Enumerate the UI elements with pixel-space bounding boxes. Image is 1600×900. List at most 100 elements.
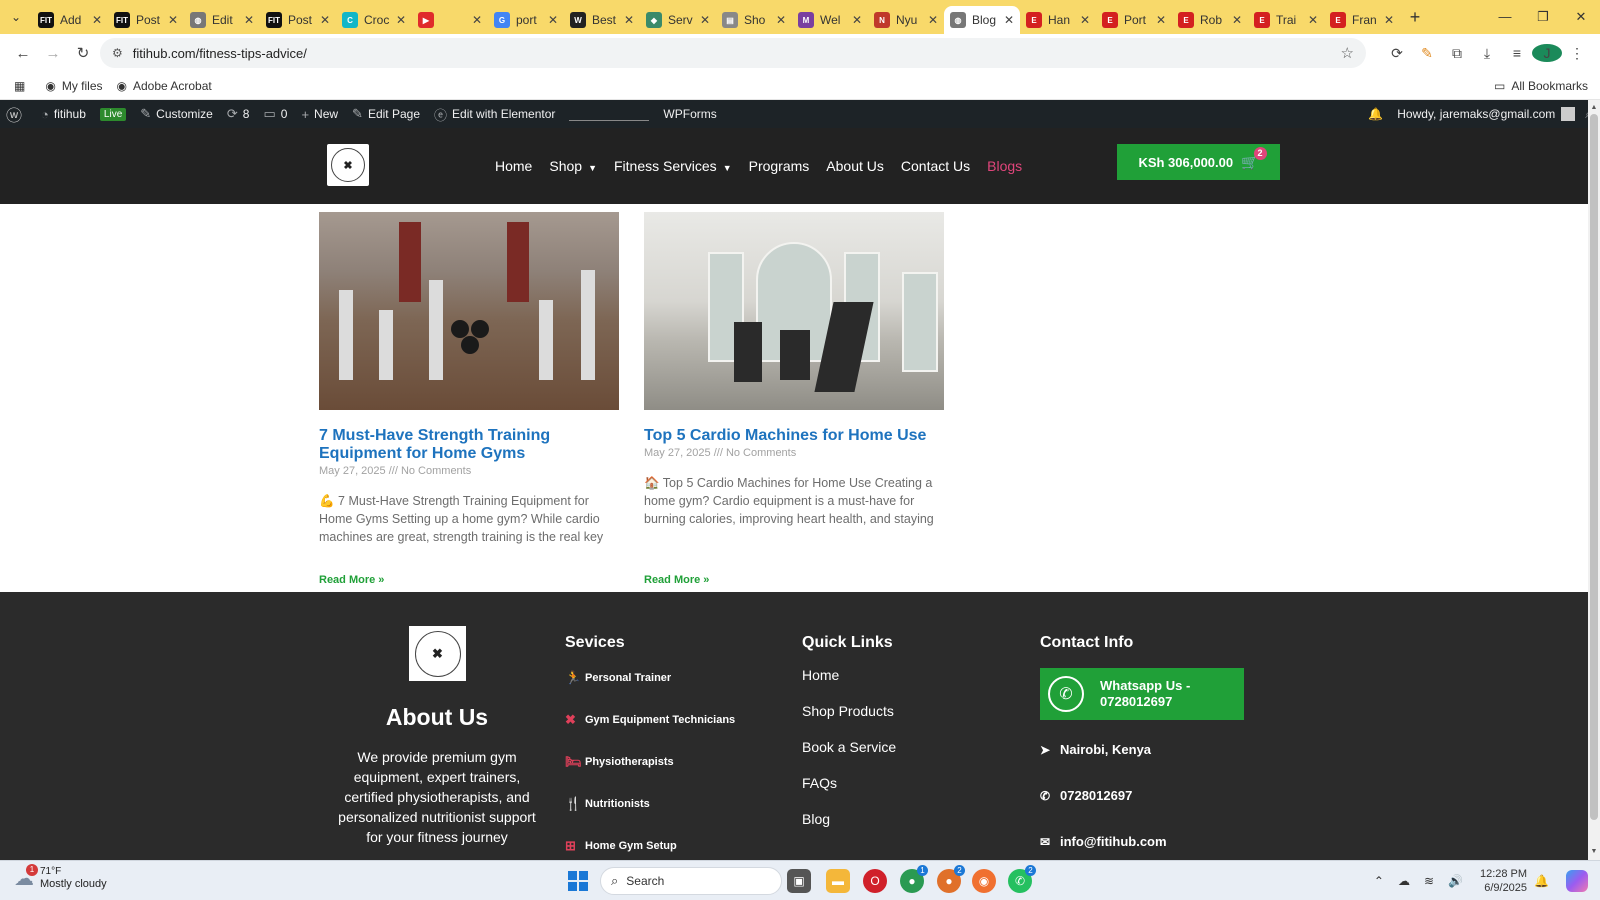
quick-link[interactable]: Home — [802, 667, 839, 683]
address-bar[interactable]: ⚙ fitihub.com/fitness-tips-advice/ ☆ — [100, 38, 1366, 68]
apps-icon[interactable]: ▦ — [14, 79, 31, 93]
back-icon[interactable]: ← — [8, 38, 38, 68]
user-avatar[interactable] — [1561, 107, 1576, 121]
quick-link[interactable]: Blog — [802, 811, 830, 827]
nav-blogs[interactable]: Blogs — [987, 158, 1022, 174]
post-thumbnail-cardio[interactable] — [644, 212, 944, 410]
media-icon[interactable]: ≡ — [1502, 45, 1532, 61]
browser-tab[interactable]: W Best ✕ — [564, 6, 640, 34]
read-more-link[interactable]: Read More » — [319, 574, 384, 586]
download-icon[interactable]: ⤓ — [1472, 45, 1502, 62]
scroll-down-arrow-icon[interactable]: ▼ — [1588, 846, 1600, 858]
tab-close-icon[interactable]: ✕ — [928, 13, 938, 27]
tab-close-icon[interactable]: ✕ — [1308, 13, 1318, 27]
notification-bell-icon[interactable]: 🔔 — [1368, 107, 1383, 121]
tab-close-icon[interactable]: ✕ — [320, 13, 330, 27]
wp-wpforms[interactable]: WPForms — [663, 107, 716, 121]
windows-start-icon[interactable] — [568, 871, 588, 891]
tab-close-icon[interactable]: ✕ — [1156, 13, 1166, 27]
browser-tab[interactable]: E Rob ✕ — [1172, 6, 1248, 34]
tab-close-icon[interactable]: ✕ — [1004, 13, 1014, 27]
page-scrollbar[interactable]: ▲ ▼ — [1588, 100, 1600, 860]
browser-tab[interactable]: E Port ✕ — [1096, 6, 1172, 34]
restore-icon[interactable]: ❐ — [1524, 0, 1562, 34]
sync-icon[interactable]: ⟳ — [1382, 45, 1412, 62]
wp-comments[interactable]: ▭ 0 — [263, 106, 287, 122]
opera-icon[interactable]: O — [863, 869, 887, 893]
tab-close-icon[interactable]: ✕ — [776, 13, 786, 27]
wp-updates[interactable]: ⟳ 8 — [227, 106, 250, 122]
service-item[interactable]: 🏃 Personal Trainer — [565, 670, 671, 686]
browser-tab[interactable]: ◍ Blog ✕ — [944, 6, 1020, 34]
nav-contact[interactable]: Contact Us — [901, 158, 970, 174]
service-item[interactable]: ✖ Gym Equipment Technicians — [565, 712, 735, 728]
stats-sparkline[interactable] — [569, 107, 650, 121]
post-title[interactable]: 7 Must-Have Strength Training Equipment … — [319, 427, 619, 463]
chrome-icon[interactable]: ● 1 — [900, 865, 928, 893]
tab-close-icon[interactable]: ✕ — [1080, 13, 1090, 27]
service-item[interactable]: ⊞ Home Gym Setup — [565, 838, 677, 854]
nav-about[interactable]: About Us — [826, 158, 884, 174]
cart-button[interactable]: KSh 306,000.00 🛒 2 — [1117, 144, 1280, 180]
tab-search-icon[interactable]: ⌄ — [0, 0, 32, 34]
wifi-icon[interactable]: ≋ — [1424, 874, 1434, 888]
browser-tab[interactable]: FIT Post ✕ — [260, 6, 336, 34]
wp-edit-elementor[interactable]: ⓔ Edit with Elementor — [434, 105, 555, 124]
post-thumbnail-gym[interactable] — [319, 212, 619, 410]
quick-link[interactable]: Book a Service — [802, 739, 896, 755]
wp-new[interactable]: + New — [301, 107, 338, 122]
service-item[interactable]: 🍴 Nutritionists — [565, 796, 650, 812]
post-comments[interactable]: No Comments — [401, 465, 471, 477]
tab-close-icon[interactable]: ✕ — [168, 13, 178, 27]
file-explorer-icon[interactable]: ▬ — [826, 869, 850, 893]
nav-fitness-services[interactable]: Fitness Services ▼ — [614, 158, 732, 174]
weather-widget[interactable]: ☁ 1 71°F Mostly cloudy — [14, 863, 107, 891]
nav-shop[interactable]: Shop ▼ — [549, 158, 597, 174]
read-more-link[interactable]: Read More » — [644, 574, 709, 586]
browser-tab[interactable]: ▶ ✕ — [412, 6, 488, 34]
browser-tab[interactable]: ◍ Edit ✕ — [184, 6, 260, 34]
copilot-icon[interactable] — [1566, 870, 1588, 892]
whatsapp-button[interactable]: ✆ Whatsapp Us - 0728012697 — [1040, 668, 1244, 720]
post-title[interactable]: Top 5 Cardio Machines for Home Use — [644, 427, 944, 445]
all-bookmarks[interactable]: ▭ All Bookmarks — [1494, 72, 1588, 100]
browser-tab[interactable]: C Croc ✕ — [336, 6, 412, 34]
tab-close-icon[interactable]: ✕ — [1232, 13, 1242, 27]
post-comments[interactable]: No Comments — [726, 447, 796, 459]
browser-tab[interactable]: FIT Add ✕ — [32, 6, 108, 34]
contact-email[interactable]: ✉ info@fitihub.com — [1040, 834, 1167, 849]
site-info-icon[interactable]: ⚙ — [112, 46, 123, 60]
pen-extension-icon[interactable]: ✎ — [1412, 45, 1442, 62]
whatsapp-app-icon[interactable]: ✆ 2 — [1008, 865, 1036, 893]
tab-close-icon[interactable]: ✕ — [244, 13, 254, 27]
wp-customize[interactable]: ✎ Customize — [140, 106, 213, 122]
tab-close-icon[interactable]: ✕ — [396, 13, 406, 27]
site-logo[interactable]: ✖ — [327, 144, 369, 186]
bookmark-my-files[interactable]: ◉ My files — [45, 79, 102, 93]
tab-close-icon[interactable]: ✕ — [624, 13, 634, 27]
onedrive-icon[interactable]: ☁ — [1398, 874, 1410, 888]
browser-tab[interactable]: N Nyu ✕ — [868, 6, 944, 34]
nav-home[interactable]: Home — [495, 158, 532, 174]
footer-logo[interactable]: ✖ — [409, 626, 466, 681]
chevron-up-icon[interactable]: ⌃ — [1374, 874, 1384, 888]
browser-tab[interactable]: E Fran ✕ — [1324, 6, 1400, 34]
quick-link[interactable]: FAQs — [802, 775, 837, 791]
taskbar-search[interactable]: ⌕ Search — [600, 867, 782, 895]
browser-tab[interactable]: FIT Post ✕ — [108, 6, 184, 34]
volume-icon[interactable]: 🔊 — [1448, 874, 1463, 888]
tab-close-icon[interactable]: ✕ — [700, 13, 710, 27]
clock[interactable]: 12:28 PM 6/9/2025 — [1480, 867, 1527, 895]
bookmark-star-icon[interactable]: ☆ — [1341, 44, 1354, 62]
scroll-thumb[interactable] — [1590, 114, 1598, 820]
tab-close-icon[interactable]: ✕ — [472, 13, 482, 27]
chrome-profile-icon[interactable]: ● 2 — [937, 865, 965, 893]
notification-bell-icon[interactable]: 🔔 — [1534, 874, 1549, 888]
browser-tab[interactable]: Gport ✕ — [488, 6, 564, 34]
scroll-up-arrow-icon[interactable]: ▲ — [1588, 102, 1600, 114]
service-item[interactable]: 🛏 Physiotherapists — [565, 754, 674, 770]
howdy-user[interactable]: Howdy, jaremaks@gmail.com — [1397, 107, 1555, 121]
minimize-icon[interactable]: — — [1486, 0, 1524, 34]
browser-tab[interactable]: ◆ Serv ✕ — [640, 6, 716, 34]
extensions-icon[interactable]: ⧉ — [1442, 45, 1472, 62]
